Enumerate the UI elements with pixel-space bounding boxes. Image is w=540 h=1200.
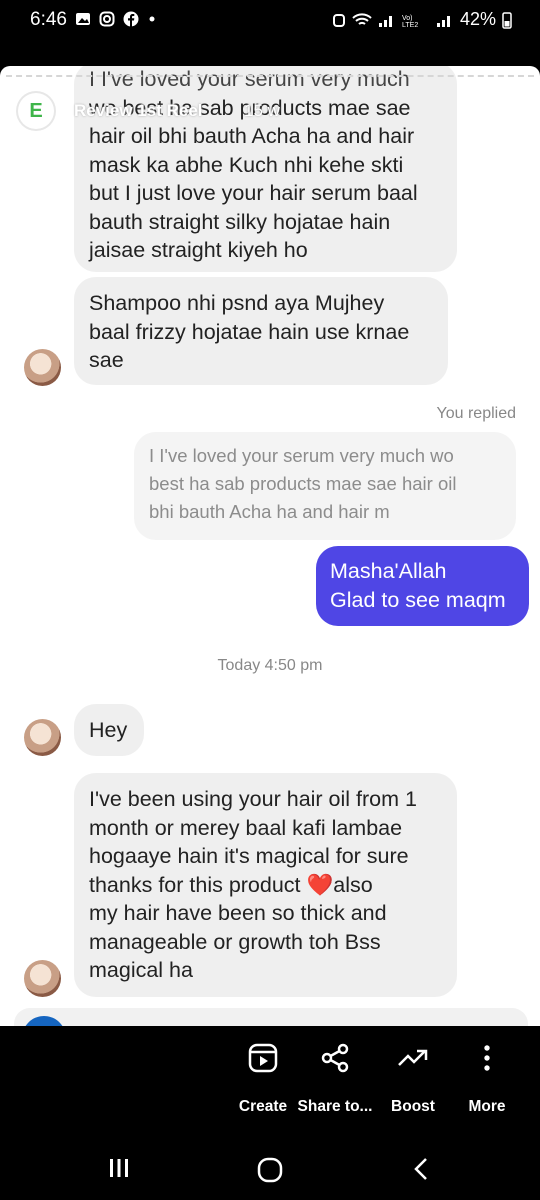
- message-line: magical ha: [89, 958, 193, 982]
- dot-icon: [149, 16, 155, 22]
- message-bubble: Shampoo nhi psnd aya Mujhey baal frizzy …: [74, 277, 448, 385]
- more-button[interactable]: More: [442, 1040, 532, 1116]
- message-line: Hey: [89, 718, 128, 742]
- signal2-icon: [436, 15, 450, 27]
- status-bar: 6:46 Vo) LTE2 42%: [0, 0, 540, 40]
- message-line: but I just love your hair serum baal: [89, 181, 418, 205]
- status-right: Vo) LTE2 42%: [332, 9, 512, 30]
- message-line: my hair have been so thick and: [89, 901, 387, 925]
- camera-button[interactable]: [22, 1016, 66, 1026]
- outgoing-message: Masha'Allah Glad to see maqm: [316, 546, 529, 626]
- message-line: month or merey baal kafi lambae: [89, 815, 403, 840]
- message-line: hogaaye hain it's magical for sure: [89, 844, 409, 868]
- share-icon: [321, 1043, 349, 1073]
- system-nav-bar: [0, 1136, 540, 1200]
- message-line: jaisae straight kiyeh ho: [89, 238, 308, 262]
- story-action-bar: Create Share to... Boost More: [0, 1026, 540, 1136]
- message-bubble: Hey: [74, 704, 144, 756]
- volte-icon: Vo)LTE2: [402, 15, 418, 28]
- sender-avatar[interactable]: [24, 349, 61, 386]
- battery-percent: 42%: [459, 9, 496, 29]
- message-line: sae: [89, 348, 124, 372]
- quote-line: I I've loved your serum very much wo: [149, 445, 454, 466]
- story-avatar[interactable]: E: [18, 93, 54, 129]
- message-bubble: I've been using your hair oil from 1 mon…: [74, 773, 457, 997]
- recent-apps-icon[interactable]: [107, 1156, 131, 1180]
- message-line: hair oil bhi bauth Acha ha and hair: [89, 124, 415, 148]
- message-line: Glad to see maqm: [330, 587, 506, 612]
- message-line: thanks for this product ❤️also: [89, 872, 373, 897]
- wifi-icon: [352, 12, 372, 25]
- back-icon[interactable]: [410, 1156, 432, 1182]
- gallery-icon: [76, 13, 90, 25]
- story-time: 15 w: [244, 101, 280, 120]
- chat-timestamp: Today 4:50 pm: [217, 657, 323, 674]
- message-line: I've been using your hair oil from 1: [89, 787, 417, 811]
- message-line: bauth straight silky hojatae hain: [89, 209, 391, 234]
- alarm-icon: [332, 13, 345, 27]
- battery-icon: [502, 11, 512, 29]
- story-progress-bar: [6, 75, 534, 77]
- message-bubble: I I've loved your serum very much wo bes…: [74, 66, 457, 272]
- more-label: More: [468, 1098, 506, 1115]
- quote-line: bhi bauth Acha ha and hair m: [149, 501, 390, 522]
- share-button[interactable]: Share to...: [290, 1040, 380, 1116]
- svg-text:Vo): Vo): [402, 15, 413, 22]
- you-replied-label: You replied: [436, 405, 516, 422]
- message-line: mask ka abhe Kuch nhi kehe skti: [89, 152, 404, 177]
- message-line: baal frizzy hojatae hain use krnae: [89, 319, 410, 344]
- instagram-icon: [99, 11, 115, 27]
- quote-line: best ha sab products mae sae hair oil: [149, 473, 457, 494]
- facebook-icon: [123, 11, 139, 27]
- more-vertical-icon: [484, 1045, 490, 1071]
- story-screenshot: E Review 1st Reel 15 w I I've loved your…: [0, 66, 540, 1026]
- story-title: Review 1st Reel: [74, 101, 203, 120]
- signal-icon: [378, 15, 392, 27]
- message-composer[interactable]: [14, 1008, 528, 1026]
- svg-text:LTE2: LTE2: [402, 22, 418, 28]
- home-icon[interactable]: [256, 1156, 284, 1184]
- message-line: Shampoo nhi psnd aya Mujhey: [89, 291, 385, 315]
- message-line: Masha'Allah: [330, 559, 447, 583]
- boost-trend-icon: [398, 1049, 428, 1066]
- message-line: I I've loved your serum very much: [89, 67, 410, 91]
- share-label: Share to...: [297, 1098, 373, 1115]
- reel-create-icon: [248, 1043, 278, 1073]
- sender-avatar[interactable]: [24, 960, 61, 997]
- message-line: manageable or growth toh Bss: [89, 929, 381, 954]
- reply-quote: I I've loved your serum very much wo bes…: [134, 432, 516, 540]
- sender-avatar[interactable]: [24, 719, 61, 756]
- status-time: 6:46: [30, 9, 67, 30]
